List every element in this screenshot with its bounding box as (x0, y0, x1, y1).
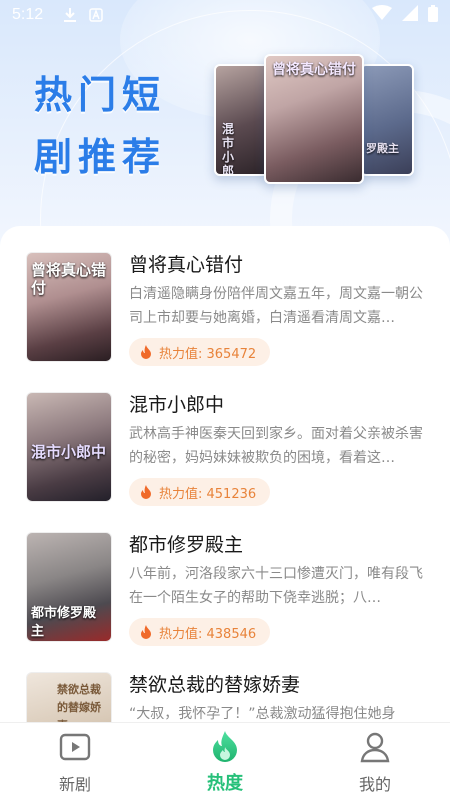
signal-icon (402, 5, 418, 25)
hero-poster-left-title: 混市小郎中 (222, 122, 235, 176)
flame-icon (139, 345, 153, 359)
tab-label: 我的 (358, 775, 391, 794)
drama-title[interactable]: 都市修罗殿主 (129, 530, 243, 557)
drama-cover[interactable]: 禁欲总裁的替嫁娇妻 (26, 672, 112, 726)
heat-badge: 热力值: 365472 (129, 338, 271, 366)
drama-cover-title: 禁欲总裁的替嫁娇妻 (57, 683, 101, 726)
heat-badge: 热力值: 451236 (129, 478, 271, 506)
hero-poster-right[interactable]: 罗殿主 (360, 64, 414, 176)
drama-cover-title: 都市修罗殿主 (31, 606, 97, 639)
heat-value: 热力值: 451236 (159, 486, 257, 502)
user-icon (359, 731, 391, 763)
list-item[interactable]: 混市小郎中 混市小郎中 武林高手神医秦天回到家乡。面对着父亲被杀害的秘密，妈妈妹… (0, 366, 450, 506)
drama-cover-title: 混市小郎中 (31, 443, 107, 461)
battery-icon (428, 4, 438, 26)
drama-cover[interactable]: 都市修罗殿主 (26, 532, 112, 642)
drama-title[interactable]: 混市小郎中 (129, 390, 224, 417)
hero-poster-center[interactable]: 曾将真心错付 (264, 54, 364, 184)
drama-title[interactable]: 禁欲总裁的替嫁娇妻 (129, 670, 300, 697)
wifi-icon (372, 5, 392, 25)
heat-badge: 热力值: 438546 (129, 618, 271, 646)
hero-poster-left[interactable]: 混市小郎中 (214, 64, 270, 176)
status-time: 5:12 (12, 6, 44, 23)
tab-hot[interactable]: 热度 (150, 723, 300, 800)
list-item[interactable]: 禁欲总裁的替嫁娇妻 禁欲总裁的替嫁娇妻 “大叔，我怀孕了！”总裁激动猛得抱住她身 (0, 646, 450, 726)
hero-poster-right-title: 罗殿主 (366, 142, 399, 155)
flame-icon (139, 485, 153, 499)
list-item[interactable]: 都市修罗殿主 都市修罗殿主 八年前，河洛段家六十三口惨遭灭门，唯有段飞在一个陌生… (0, 506, 450, 646)
drama-description: 八年前，河洛段家六十三口惨遭灭门，唯有段飞在一个陌生女子的帮助下侥幸逃脱；八… (129, 566, 423, 606)
drama-list: 曾将真心错付 曾将真心错付 白清遥隐瞒身份陪伴周文嘉五年，周文嘉一朝公司上市却要… (0, 226, 450, 726)
hero-title-line1: 热门短 (34, 73, 167, 117)
heat-value: 热力值: 438546 (159, 626, 257, 642)
drama-cover[interactable]: 混市小郎中 (26, 392, 112, 502)
drama-title[interactable]: 曾将真心错付 (129, 250, 243, 277)
hero-title-line2: 剧推荐 (34, 135, 167, 179)
flame-icon (209, 731, 241, 763)
download-icon (61, 6, 79, 24)
drama-description: 武林高手神医秦天回到家乡。面对着父亲被杀害的秘密，妈妈妹妹被欺负的困境，看着这… (129, 426, 423, 466)
tab-mine[interactable]: 我的 (300, 723, 450, 800)
hero-title: 热门短 剧推荐 (34, 64, 209, 188)
status-bar: 5:12 (0, 0, 450, 30)
tab-label: 新剧 (58, 775, 91, 794)
hero-banner: 5:12 热门短 剧推荐 混市小郎中 曾将真心错付 罗殿主 (0, 0, 450, 260)
flame-icon (139, 625, 153, 639)
tab-label: 热度 (207, 773, 243, 794)
drama-description: 白清遥隐瞒身份陪伴周文嘉五年，周文嘉一朝公司上市却要与她离婚，白清遥看清周文嘉… (129, 286, 423, 326)
drama-cover[interactable]: 曾将真心错付 (26, 252, 112, 362)
bottom-tab-bar: 新剧 热度 我的 (0, 722, 450, 800)
list-item[interactable]: 曾将真心错付 曾将真心错付 白清遥隐瞒身份陪伴周文嘉五年，周文嘉一朝公司上市却要… (0, 226, 450, 366)
heat-value: 热力值: 365472 (159, 346, 257, 362)
tab-new-drama[interactable]: 新剧 (0, 723, 150, 800)
drama-cover-title: 曾将真心错付 (31, 261, 107, 297)
hero-poster-center-title: 曾将真心错付 (272, 62, 356, 78)
notification-a-icon (87, 6, 105, 24)
play-video-icon (59, 731, 91, 763)
